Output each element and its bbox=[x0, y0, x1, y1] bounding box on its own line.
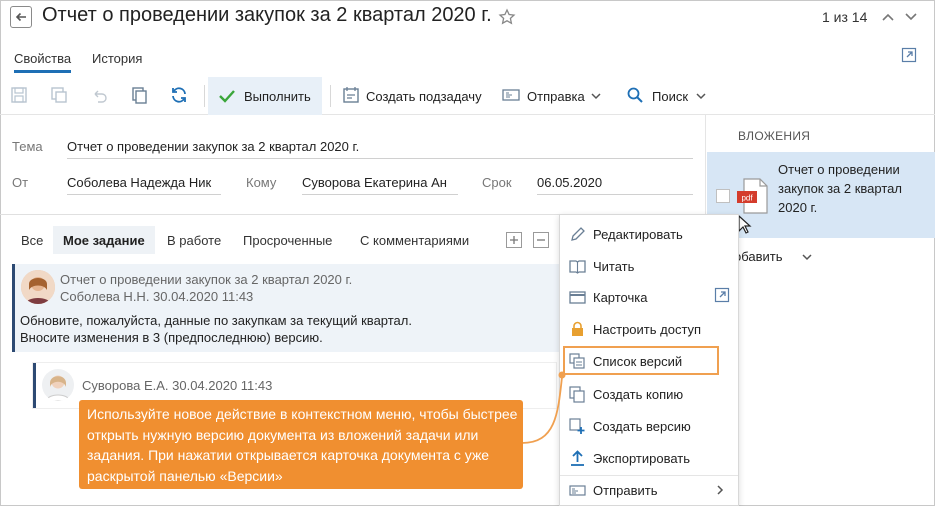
chevron-right-icon bbox=[717, 485, 724, 495]
callout-text: Используйте новое действие в контекстном… bbox=[87, 406, 518, 484]
send-icon bbox=[569, 485, 586, 496]
message-author-date: Соболева Н.Н. 30.04.2020 11:43 bbox=[60, 289, 254, 304]
attachment-name[interactable]: Отчет о проведении закупок за 2 квартал … bbox=[778, 160, 908, 217]
menu-item-label: Создать копию bbox=[593, 387, 684, 402]
page-title: Отчет о проведении закупок за 2 квартал … bbox=[42, 4, 492, 26]
pencil-icon bbox=[571, 227, 585, 241]
menu-item-label: Отправить bbox=[593, 483, 658, 498]
tab-properties[interactable]: Свойства bbox=[14, 51, 71, 66]
filter-tab-in-progress[interactable]: В работе bbox=[167, 233, 221, 248]
menu-item-send[interactable]: Отправить bbox=[560, 475, 738, 505]
due-date-field[interactable]: 06.05.2020 bbox=[537, 175, 693, 195]
new-version-icon bbox=[569, 418, 585, 434]
filter-tab-overdue[interactable]: Просроченные bbox=[243, 233, 332, 248]
send-icon bbox=[502, 89, 520, 101]
search-icon bbox=[627, 87, 643, 103]
message-text: Вносите изменения в 3 (предпоследнюю) ве… bbox=[20, 330, 323, 345]
to-field[interactable]: Суворова Екатерина Ан bbox=[302, 175, 458, 195]
from-label: От bbox=[12, 175, 29, 190]
menu-item-label: Карточка bbox=[593, 290, 648, 305]
save-and-close-icon[interactable] bbox=[50, 86, 68, 104]
message-subject: Отчет о проведении закупок за 2 квартал … bbox=[60, 272, 353, 287]
create-subtask-button[interactable]: Создать подзадачу bbox=[366, 89, 482, 104]
message-text: Обновите, пожалуйста, данные по закупкам… bbox=[20, 313, 412, 328]
menu-item-label: Настроить доступ bbox=[593, 322, 702, 337]
pager-text: 1 из 14 bbox=[822, 9, 868, 25]
tooltip-callout: Используйте новое действие в контекстном… bbox=[79, 400, 523, 489]
active-tab-indicator bbox=[14, 70, 71, 73]
mouse-cursor-icon bbox=[738, 215, 752, 234]
minus-icon bbox=[537, 239, 545, 241]
chevron-down-icon bbox=[802, 254, 812, 261]
menu-item-read[interactable]: Читать bbox=[560, 251, 738, 281]
menu-item-create-copy[interactable]: Создать копию bbox=[560, 379, 738, 409]
star-icon[interactable] bbox=[498, 8, 516, 26]
back-button[interactable] bbox=[10, 6, 32, 28]
plus-icon bbox=[510, 236, 518, 244]
due-label: Срок bbox=[482, 175, 512, 190]
person-photo-icon bbox=[42, 369, 74, 401]
menu-item-label: Редактировать bbox=[593, 227, 683, 242]
menu-item-edit[interactable]: Редактировать bbox=[560, 219, 738, 249]
send-menu-button[interactable]: Отправка bbox=[527, 89, 585, 104]
copy-document-icon[interactable] bbox=[130, 86, 148, 104]
export-icon bbox=[571, 450, 584, 466]
expand-all-button[interactable] bbox=[506, 232, 522, 248]
menu-item-card[interactable]: Карточка bbox=[560, 282, 738, 312]
menu-item-label: Экспортировать bbox=[593, 451, 690, 466]
from-field[interactable]: Соболева Надежда Ник bbox=[67, 175, 221, 195]
card-icon bbox=[569, 291, 586, 304]
save-icon[interactable] bbox=[10, 86, 28, 104]
message-author-date: Суворова Е.А. 30.04.2020 11:43 bbox=[82, 378, 273, 393]
filter-tab-all[interactable]: Все bbox=[21, 233, 43, 248]
to-label: Кому bbox=[246, 175, 277, 190]
chevron-down-icon bbox=[591, 93, 601, 100]
menu-item-access[interactable]: Настроить доступ bbox=[560, 314, 738, 344]
add-attachment-button[interactable]: обавить bbox=[734, 249, 783, 264]
refresh-icon[interactable] bbox=[170, 86, 188, 104]
person-photo-icon bbox=[21, 270, 55, 304]
checkmark-icon bbox=[219, 90, 235, 103]
subject-label: Тема bbox=[12, 139, 43, 154]
open-in-window-icon[interactable] bbox=[714, 287, 730, 303]
collapse-all-button[interactable] bbox=[533, 232, 549, 248]
lock-icon bbox=[572, 321, 583, 336]
copy-icon bbox=[569, 386, 585, 403]
avatar bbox=[21, 270, 55, 304]
subject-field[interactable]: Отчет о проведении закупок за 2 квартал … bbox=[67, 139, 693, 159]
highlight-frame bbox=[563, 346, 719, 375]
undo-icon[interactable] bbox=[90, 86, 108, 104]
menu-item-export[interactable]: Экспортировать bbox=[560, 443, 738, 473]
filter-tab-my-task[interactable]: Мое задание bbox=[63, 233, 145, 248]
menu-item-create-version[interactable]: Создать версию bbox=[560, 411, 738, 441]
tab-history[interactable]: История bbox=[92, 51, 142, 66]
toolbar: Выполнить Создать подзадачу Отправка Пои… bbox=[0, 77, 935, 115]
toolbar-divider bbox=[330, 85, 331, 107]
avatar bbox=[42, 369, 74, 401]
open-in-window-icon[interactable] bbox=[901, 47, 917, 63]
chevron-up-icon[interactable] bbox=[880, 9, 896, 25]
menu-item-label: Создать версию bbox=[593, 419, 691, 434]
execute-button-label: Выполнить bbox=[244, 89, 311, 104]
search-menu-button[interactable]: Поиск bbox=[652, 89, 688, 104]
filter-tab-with-comments[interactable]: С комментариями bbox=[360, 233, 469, 248]
execute-button[interactable]: Выполнить bbox=[208, 77, 322, 115]
chevron-down-icon bbox=[696, 93, 706, 100]
chevron-down-icon[interactable] bbox=[903, 9, 919, 25]
svg-text:pdf: pdf bbox=[741, 194, 753, 203]
toolbar-divider bbox=[204, 85, 205, 107]
arrow-left-icon bbox=[15, 12, 26, 22]
book-icon bbox=[569, 260, 586, 274]
attachments-title: ВЛОЖЕНИЯ bbox=[738, 129, 811, 143]
subtask-icon bbox=[343, 87, 359, 103]
attachment-checkbox[interactable] bbox=[716, 189, 730, 203]
pdf-file-icon: pdf bbox=[737, 178, 768, 214]
menu-item-label: Читать bbox=[593, 259, 635, 274]
